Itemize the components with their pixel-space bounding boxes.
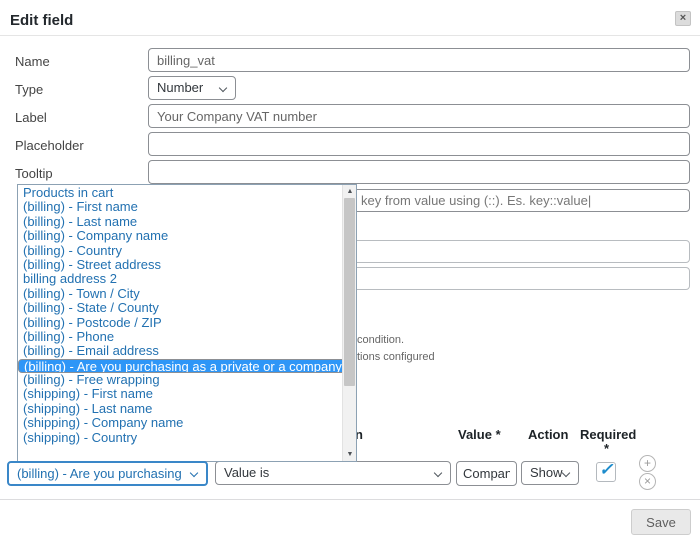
edit-field-dialog: Edit field × Name Type Number Label Plac… [0, 0, 700, 543]
placeholder-input[interactable] [148, 132, 690, 156]
list-item[interactable]: (billing) - Email address [18, 344, 342, 358]
list-item[interactable]: (billing) - Street address [18, 258, 342, 272]
list-item[interactable]: (billing) - Town / City [18, 287, 342, 301]
close-icon: × [644, 474, 651, 488]
plus-icon: + [644, 456, 651, 470]
chevron-down-icon [190, 469, 198, 477]
add-condition-button[interactable]: + [639, 455, 656, 472]
conditions-configured-text: tions configured [357, 351, 435, 363]
value-column-header: Value * [458, 427, 501, 442]
list-item[interactable]: (billing) - Are you purchasing as a priv… [18, 359, 342, 373]
label-label: Label [15, 110, 47, 125]
list-item[interactable]: (billing) - State / County [18, 301, 342, 315]
condition-value-input[interactable] [456, 461, 517, 486]
list-item[interactable]: (shipping) - First name [18, 387, 342, 401]
list-item[interactable]: billing address 2 [18, 272, 342, 286]
chevron-down-icon [434, 469, 442, 477]
close-icon: × [680, 12, 686, 24]
field-options-listbox[interactable]: Products in cart(billing) - First name(b… [17, 184, 357, 462]
required-asterisk: * [604, 441, 609, 456]
close-button[interactable]: × [675, 11, 691, 26]
label-input[interactable] [148, 104, 690, 128]
header-divider [0, 35, 700, 36]
footer-divider [0, 499, 700, 500]
scrollbar-thumb[interactable] [344, 198, 355, 386]
listbox-items: Products in cart(billing) - First name(b… [18, 186, 342, 460]
options-placeholder: key from value using (::). Es. key::valu… [361, 193, 591, 208]
save-button[interactable]: Save [631, 509, 691, 535]
tooltip-label: Tooltip [15, 166, 53, 181]
condition-field-select[interactable]: (billing) - Are you purchasing [7, 461, 208, 486]
condition-action-select[interactable]: Show [521, 461, 579, 485]
scroll-up-icon[interactable]: ▲ [343, 185, 357, 198]
list-item[interactable]: (billing) - Phone [18, 330, 342, 344]
chevron-down-icon [562, 469, 570, 477]
placeholder-label: Placeholder [15, 138, 84, 153]
remove-condition-button[interactable]: × [639, 473, 656, 490]
list-item[interactable]: (billing) - Last name [18, 215, 342, 229]
name-label: Name [15, 54, 50, 69]
list-item[interactable]: (shipping) - Country [18, 431, 342, 445]
scroll-down-icon[interactable]: ▼ [343, 448, 357, 461]
required-column-header: Required [580, 427, 636, 442]
listbox-scrollbar[interactable]: ▲ ▼ [342, 185, 356, 461]
chevron-down-icon [219, 84, 227, 92]
list-item[interactable]: (billing) - Country [18, 244, 342, 258]
page-title: Edit field [10, 12, 73, 29]
required-checkbox[interactable]: ✓ [596, 462, 616, 482]
list-item[interactable]: (billing) - Free wrapping [18, 373, 342, 387]
list-item[interactable]: (shipping) - Last name [18, 402, 342, 416]
condition-operator-select[interactable]: Value is [215, 461, 451, 485]
list-item[interactable]: (billing) - First name [18, 200, 342, 214]
list-item[interactable]: (shipping) - Company name [18, 416, 342, 430]
action-column-header: Action [528, 427, 568, 442]
tooltip-input[interactable] [148, 160, 690, 184]
type-label: Type [15, 82, 43, 97]
list-item[interactable]: (billing) - Company name [18, 229, 342, 243]
list-item[interactable]: Products in cart [18, 186, 342, 200]
check-icon: ✓ [599, 460, 613, 480]
type-select[interactable]: Number [148, 76, 236, 100]
condition-hint-text: condition. [357, 334, 404, 346]
list-item[interactable]: (billing) - Postcode / ZIP [18, 316, 342, 330]
name-input[interactable] [148, 48, 690, 72]
